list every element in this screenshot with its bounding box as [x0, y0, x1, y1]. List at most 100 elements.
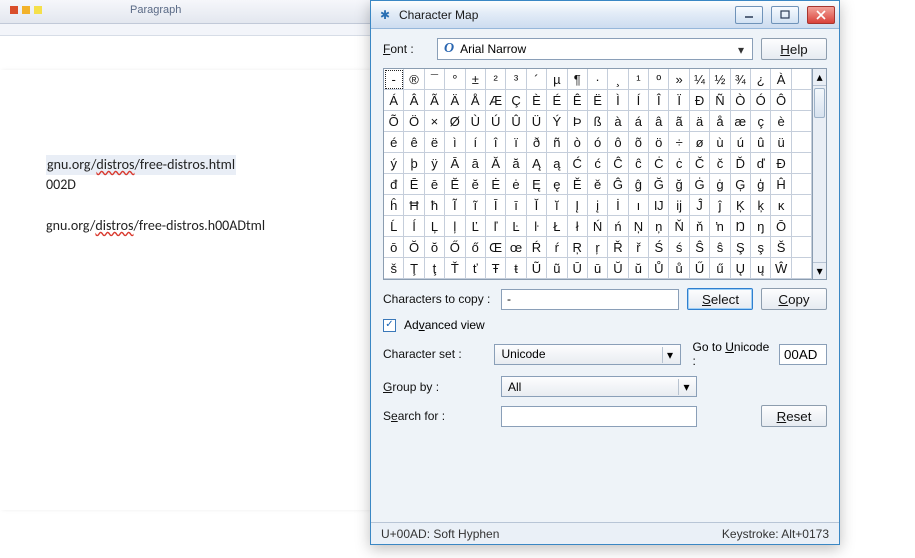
char-cell[interactable]: ë — [425, 132, 445, 153]
search-input[interactable] — [501, 406, 697, 427]
char-cell[interactable]: ű — [710, 258, 730, 279]
char-cell[interactable]: ½ — [710, 69, 730, 90]
scroll-down-icon[interactable]: ▾ — [813, 262, 826, 279]
char-cell[interactable]: Ó — [751, 90, 771, 111]
char-cell[interactable]: Ď — [731, 153, 751, 174]
char-cell[interactable]: ® — [404, 69, 424, 90]
char-cell[interactable]: × — [425, 111, 445, 132]
char-cell[interactable]: Ş — [731, 237, 751, 258]
char-cell[interactable]: Ń — [588, 216, 608, 237]
char-cell[interactable]: ê — [404, 132, 424, 153]
char-cell[interactable]: Ĭ — [527, 195, 547, 216]
char-cell[interactable]: Ļ — [425, 216, 445, 237]
char-cell[interactable]: ì — [445, 132, 465, 153]
char-cell[interactable]: š — [384, 258, 404, 279]
char-cell[interactable]: Ñ — [710, 90, 730, 111]
char-cell[interactable]: Ű — [690, 258, 710, 279]
char-cell[interactable]: Ř — [608, 237, 628, 258]
char-cell[interactable]: ĉ — [629, 153, 649, 174]
titlebar[interactable]: ✱ Character Map — [371, 1, 839, 29]
char-cell[interactable]: ĸ — [771, 195, 791, 216]
char-cell[interactable]: į — [588, 195, 608, 216]
char-cell[interactable]: ć — [588, 153, 608, 174]
char-cell[interactable]: Ţ — [404, 258, 424, 279]
char-cell[interactable]: ś — [669, 237, 689, 258]
char-cell[interactable]: ¿ — [751, 69, 771, 90]
char-cell[interactable]: Ú — [486, 111, 506, 132]
char-cell[interactable]: ů — [669, 258, 689, 279]
char-cell[interactable]: ŧ — [506, 258, 526, 279]
char-cell[interactable]: ť — [466, 258, 486, 279]
char-cell[interactable]: Ś — [649, 237, 669, 258]
goto-unicode-input[interactable] — [779, 344, 827, 365]
char-cell[interactable]: Ĳ — [649, 195, 669, 216]
char-cell[interactable]: È — [527, 90, 547, 111]
char-cell[interactable]: ġ — [710, 174, 730, 195]
char-cell[interactable]: ō — [384, 237, 404, 258]
char-cell[interactable]: Í — [629, 90, 649, 111]
char-cell[interactable]: ĥ — [384, 195, 404, 216]
char-cell[interactable]: œ — [506, 237, 526, 258]
char-cell[interactable]: Ĵ — [690, 195, 710, 216]
char-cell[interactable]: ³ — [506, 69, 526, 90]
char-cell[interactable]: ă — [506, 153, 526, 174]
char-cell[interactable]: Ħ — [404, 195, 424, 216]
char-cell[interactable]: ĭ — [547, 195, 567, 216]
char-cell[interactable]: ŕ — [547, 237, 567, 258]
char-cell[interactable]: ū — [588, 258, 608, 279]
char-cell[interactable]: ö — [649, 132, 669, 153]
char-cell[interactable]: ŏ — [425, 237, 445, 258]
char-cell[interactable]: Ø — [445, 111, 465, 132]
char-cell[interactable]: Ū — [568, 258, 588, 279]
char-cell[interactable]: Ý — [547, 111, 567, 132]
char-cell[interactable]: Ĉ — [608, 153, 628, 174]
scroll-thumb[interactable] — [814, 88, 825, 118]
char-cell[interactable]: ĕ — [466, 174, 486, 195]
char-cell[interactable]: Þ — [568, 111, 588, 132]
char-cell[interactable]: Ŀ — [506, 216, 526, 237]
char-cell[interactable]: ĝ — [629, 174, 649, 195]
char-cell[interactable]: Ì — [608, 90, 628, 111]
char-cell[interactable]: Š — [771, 237, 791, 258]
char-cell[interactable]: Ù — [466, 111, 486, 132]
char-cell[interactable]: ŉ — [710, 216, 730, 237]
char-cell[interactable]: ± — [466, 69, 486, 90]
char-cell[interactable]: ÷ — [669, 132, 689, 153]
char-cell[interactable]: Į — [568, 195, 588, 216]
char-cell[interactable]: í — [466, 132, 486, 153]
char-cell[interactable]: Ë — [588, 90, 608, 111]
scroll-up-icon[interactable]: ▴ — [813, 69, 826, 86]
char-cell[interactable] — [792, 111, 812, 132]
copy-button[interactable]: Copy — [761, 288, 827, 310]
help-button[interactable]: Help — [761, 38, 827, 60]
char-cell[interactable]: ı — [629, 195, 649, 216]
char-cell[interactable]: ŋ — [751, 216, 771, 237]
char-cell[interactable]: º — [649, 69, 669, 90]
char-cell[interactable]: ņ — [649, 216, 669, 237]
char-cell[interactable]: Ċ — [649, 153, 669, 174]
char-cell[interactable]: Ě — [568, 174, 588, 195]
char-cell[interactable]: ã — [669, 111, 689, 132]
char-cell[interactable]: ° — [445, 69, 465, 90]
char-cell[interactable]: þ — [404, 153, 424, 174]
char-cell[interactable]: ¼ — [690, 69, 710, 90]
char-cell[interactable]: á — [629, 111, 649, 132]
char-cell[interactable]: ķ — [751, 195, 771, 216]
char-cell[interactable]: ľ — [486, 216, 506, 237]
char-cell[interactable]: ģ — [751, 174, 771, 195]
char-cell[interactable]: ¹ — [629, 69, 649, 90]
char-cell[interactable] — [792, 258, 812, 279]
char-cell[interactable]: Ü — [527, 111, 547, 132]
charset-select[interactable]: Unicode ▾ — [494, 344, 680, 365]
char-cell[interactable]: è — [771, 111, 791, 132]
char-cell[interactable]: Ŗ — [568, 237, 588, 258]
char-cell[interactable]: Ķ — [731, 195, 751, 216]
char-cell[interactable]: â — [649, 111, 669, 132]
char-cell[interactable]: Å — [466, 90, 486, 111]
char-cell[interactable]: ţ — [425, 258, 445, 279]
char-cell[interactable]: Ŋ — [731, 216, 751, 237]
maximize-button[interactable] — [771, 6, 799, 24]
char-cell[interactable]: ù — [710, 132, 730, 153]
char-cell[interactable]: à — [608, 111, 628, 132]
char-cell[interactable]: Ŧ — [486, 258, 506, 279]
